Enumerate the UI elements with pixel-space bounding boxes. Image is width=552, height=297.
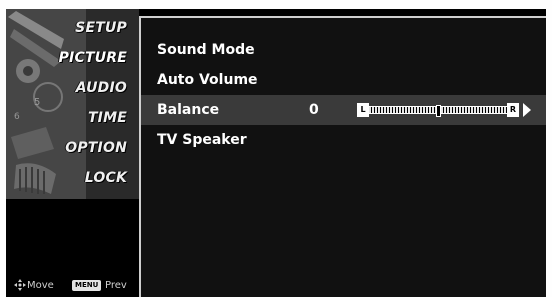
balance-slider[interactable]: L R: [357, 103, 521, 117]
balance-value: 0: [309, 102, 319, 118]
row-label: TV Speaker: [157, 132, 247, 148]
menu-item-lock[interactable]: LOCK: [85, 163, 127, 193]
slider-right-marker: R: [507, 103, 519, 117]
menu-row-balance[interactable]: Balance 0 L R: [141, 95, 546, 125]
svg-text:5: 5: [34, 97, 40, 108]
navigation-hints: Move MENU Prev: [6, 273, 139, 297]
menu-item-setup[interactable]: SETUP: [75, 13, 127, 43]
right-arrow-icon[interactable]: [523, 103, 531, 117]
move-hint-label: Move: [27, 280, 54, 291]
row-label: Sound Mode: [157, 42, 255, 58]
row-label: Balance: [157, 102, 220, 118]
tv-screen: 5 6 SETUP PICTURE AUDIO TIME OPTION LOCK: [0, 0, 552, 297]
row-label: Auto Volume: [157, 72, 258, 88]
menu-row-sound-mode[interactable]: Sound Mode: [141, 35, 546, 65]
audio-submenu-panel: Sound Mode Auto Volume Balance 0 L R TV …: [139, 16, 546, 297]
menu-item-picture[interactable]: PICTURE: [59, 43, 127, 73]
menu-row-auto-volume[interactable]: Auto Volume: [141, 65, 546, 95]
osd-menu: 5 6 SETUP PICTURE AUDIO TIME OPTION LOCK: [6, 9, 546, 297]
menu-key-icon: MENU: [72, 280, 102, 291]
svg-text:6: 6: [14, 112, 20, 122]
slider-left-marker: L: [357, 103, 369, 117]
menu-item-option[interactable]: OPTION: [65, 133, 127, 163]
main-menu-panel: 5 6 SETUP PICTURE AUDIO TIME OPTION LOCK: [6, 9, 139, 297]
slider-thumb[interactable]: [436, 105, 441, 117]
menu-row-tv-speaker[interactable]: TV Speaker: [141, 125, 546, 155]
prev-hint-label: Prev: [105, 280, 127, 291]
menu-item-audio[interactable]: AUDIO: [76, 73, 127, 103]
menu-item-time[interactable]: TIME: [88, 103, 127, 133]
dpad-icon: [14, 279, 26, 291]
